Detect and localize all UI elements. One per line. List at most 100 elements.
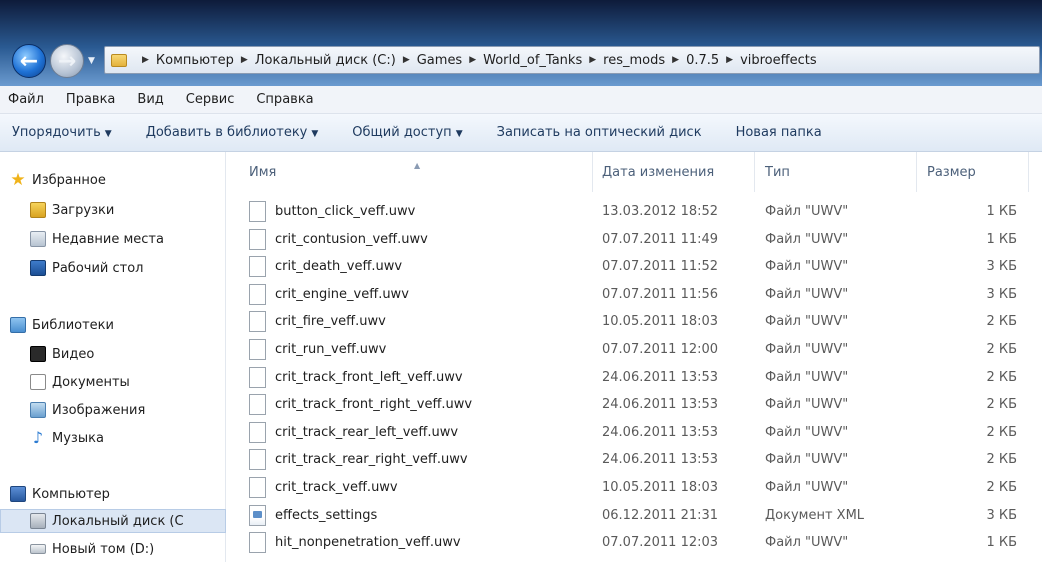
nav-computer[interactable]: Компьютер [0,482,226,506]
breadcrumb-version[interactable]: 0.7.5 [686,53,719,68]
file-row[interactable]: crit_track_veff.uwv 10.05.2011 18:03 Файл … [227,474,1042,501]
file-row[interactable]: crit_track_front_right_veff.uwv 24.06.201… [227,391,1042,418]
nav-music[interactable]: ♪ Музыка [0,426,226,450]
breadcrumb-world-of-tanks[interactable]: World_of_Tanks [483,53,582,68]
nav-favorites[interactable]: ★ Избранное [0,168,226,192]
chevron-right-icon[interactable]: ▶ [403,55,410,65]
file-name-cell: crit_death_veff.uwv [249,253,402,280]
nav-video[interactable]: Видео [0,342,226,366]
file-name-cell: crit_track_rear_left_veff.uwv [249,419,458,446]
file-row[interactable]: crit_track_rear_right_veff.uwv 24.06.2011… [227,446,1042,473]
folder-icon [111,53,127,67]
window-title-bar: ← → ▼ ▶ Компьютер ▶ Локальный диск (C:) … [0,0,1042,86]
breadcrumb-computer[interactable]: Компьютер [156,53,234,68]
file-name-cell: crit_engine_veff.uwv [249,281,409,308]
file-size: 1 КБ [986,231,1017,247]
add-to-library-button[interactable]: Добавить в библиотеку ▼ [146,125,319,140]
file-row[interactable]: effects_settings 06.12.2011 21:31 Документ… [227,502,1042,529]
file-date: 06.12.2011 21:31 [602,507,719,523]
file-row[interactable]: hit_nonpenetration_veff.uwv 07.07.2011 12… [227,529,1042,556]
menu-help[interactable]: Справка [256,92,313,107]
file-row[interactable]: crit_track_front_left_veff.uwv 24.06.2011… [227,364,1042,391]
file-type: Файл "UWV" [765,397,849,413]
file-row[interactable]: crit_engine_veff.uwv 07.07.2011 11:56 Файл… [227,281,1042,308]
share-label: Общий доступ [352,125,452,140]
history-dropdown-button[interactable]: ▼ [88,56,95,66]
nav-label: Новый том (D:) [52,541,155,557]
hard-drive-icon [30,513,46,529]
share-button[interactable]: Общий доступ ▼ [352,125,462,140]
file-type: Файл "UWV" [765,342,849,357]
file-name: crit_track_front_right_veff.uwv [275,397,473,413]
chevron-right-icon[interactable]: ▶ [726,55,733,65]
file-list-pane: Имя ▲ Дата изменения Тип Размер button_c… [227,152,1042,562]
column-header-type[interactable]: Тип [755,152,917,192]
menu-edit[interactable]: Правка [66,92,115,107]
file-type: Файл "UWV" [765,286,849,302]
back-button[interactable]: ← [12,44,46,78]
file-icon [249,477,266,498]
file-row[interactable]: crit_run_veff.uwv 07.07.2011 12:00 Файл "U… [227,336,1042,363]
nav-label: Библиотеки [32,317,114,333]
file-row[interactable]: crit_contusion_veff.uwv 07.07.2011 11:49 Ф… [227,226,1042,253]
file-name-cell: crit_track_front_left_veff.uwv [249,364,463,391]
chevron-down-icon: ▼ [88,56,95,66]
menu-file[interactable]: Файл [8,92,44,107]
file-name: crit_engine_veff.uwv [275,286,409,302]
file-name-cell: crit_track_front_right_veff.uwv [249,391,472,418]
menu-view[interactable]: Вид [137,92,163,107]
chevron-right-icon[interactable]: ▶ [589,55,596,65]
column-header-size[interactable]: Размер [917,152,1029,192]
file-name-cell: crit_track_veff.uwv [249,474,398,501]
file-icon [249,283,266,305]
menu-tools[interactable]: Сервис [186,92,235,107]
address-bar[interactable]: ▶ Компьютер ▶ Локальный диск (C:) ▶ Game… [104,46,1040,74]
file-type: Документ XML [765,507,865,523]
chevron-right-icon[interactable]: ▶ [469,55,476,65]
nav-local-disk[interactable]: Локальный диск (C [0,509,226,533]
file-icon [249,421,266,443]
navigation-pane: ★ Избранное Загрузки Недавние места Рабо… [0,152,226,562]
command-toolbar: Упорядочить ▼ Добавить в библиотеку ▼ Общи… [0,114,1042,152]
nav-downloads[interactable]: Загрузки [0,198,226,222]
file-name-cell: crit_track_rear_right_veff.uwv [249,446,468,473]
nav-pictures[interactable]: Изображения [0,398,226,422]
nav-label: Документы [52,374,130,390]
forward-button[interactable]: → [50,44,84,78]
file-date: 07.07.2011 12:03 [602,535,719,551]
file-size: 1 КБ [986,204,1017,219]
file-type: Файл "UWV" [765,259,849,275]
column-header-name[interactable]: Имя ▲ [227,152,593,192]
file-row[interactable]: crit_death_veff.uwv 07.07.2011 11:52 Файл … [227,253,1042,280]
organize-button[interactable]: Упорядочить ▼ [12,125,112,140]
breadcrumb-local-disk[interactable]: Локальный диск (C:) [255,53,396,68]
burn-button[interactable]: Записать на оптический диск [497,125,702,140]
back-arrow-icon: ← [19,48,39,74]
file-date: 07.07.2011 11:52 [602,259,719,275]
menu-bar: Файл Правка Вид Сервис Справка [0,86,1042,114]
file-size: 2 КБ [986,314,1017,330]
nav-recent-places[interactable]: Недавние места [0,227,226,251]
file-row[interactable]: crit_fire_veff.uwv 10.05.2011 18:03 Файл "… [227,308,1042,335]
nav-new-volume[interactable]: Новый том (D:) [0,537,226,561]
file-row[interactable]: button_click_veff.uwv 13.03.2012 18:52 Фай… [227,198,1042,225]
hard-drive-icon [30,544,46,554]
breadcrumb-games[interactable]: Games [417,53,462,68]
forward-arrow-icon: → [57,48,77,74]
xml-file-icon [249,504,266,526]
nav-documents[interactable]: Документы [0,370,226,394]
chevron-right-icon[interactable]: ▶ [241,55,248,65]
file-size: 2 КБ [986,452,1017,468]
new-folder-button[interactable]: Новая папка [736,125,822,140]
file-date: 07.07.2011 11:49 [602,231,719,247]
chevron-right-icon[interactable]: ▶ [672,55,679,65]
breadcrumb-res-mods[interactable]: res_mods [603,53,665,68]
file-row[interactable]: crit_track_rear_left_veff.uwv 24.06.2011 … [227,419,1042,446]
file-type: Файл "UWV" [765,480,849,495]
nav-libraries[interactable]: Библиотеки [0,313,226,337]
column-header-date[interactable]: Дата изменения [593,152,755,192]
file-name: crit_fire_veff.uwv [275,314,386,330]
nav-desktop[interactable]: Рабочий стол [0,256,226,280]
breadcrumb-vibroeffects[interactable]: vibroeffects [740,53,817,68]
file-size: 1 КБ [986,535,1017,551]
